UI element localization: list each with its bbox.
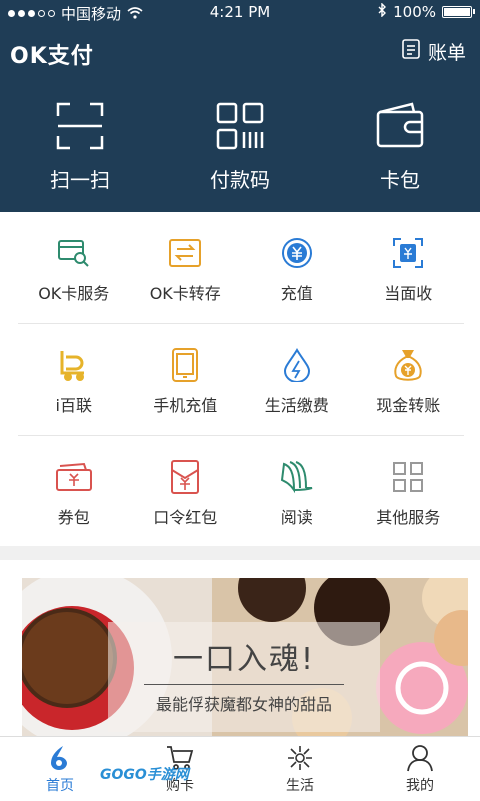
service-utility-payment[interactable]: 生活缴费 — [241, 324, 353, 435]
banner-subline: 最能俘获魔都女神的甜品 — [155, 695, 332, 714]
grid-icon — [392, 460, 424, 494]
services-row: OK卡服务 OK卡转存 充值 当面收 — [18, 212, 464, 324]
services-row: 券包 口令红包 阅读 其他服务 — [18, 436, 464, 548]
list-icon — [402, 39, 420, 64]
service-label: 阅读 — [280, 508, 313, 527]
tab-buy-card[interactable]: 购卡 — [120, 737, 240, 801]
battery-label: 100% — [393, 3, 436, 21]
service-other[interactable]: 其他服务 — [353, 436, 465, 548]
book-icon — [280, 460, 314, 494]
section-divider — [0, 546, 480, 560]
red-envelope-icon — [171, 460, 200, 494]
tab-profile[interactable]: 我的 — [360, 737, 480, 801]
scan-icon — [56, 102, 104, 154]
status-bar: 中国移动 4:21 PM 100% — [0, 0, 480, 24]
phone-icon — [172, 348, 199, 382]
service-mobile-recharge[interactable]: 手机充值 — [130, 324, 242, 435]
promo-banner[interactable]: 一口入魂! 最能俘获魔都女神的甜品 — [22, 578, 468, 736]
scan-label: 扫一扫 — [50, 168, 110, 192]
service-label: 其他服务 — [376, 508, 441, 527]
cart-b-icon — [58, 348, 90, 382]
service-ok-card-transfer[interactable]: OK卡转存 — [130, 212, 242, 323]
tab-label: 购卡 — [166, 778, 194, 794]
card-wallet-button[interactable]: 卡包 — [320, 102, 480, 193]
service-label: 券包 — [57, 508, 90, 527]
scan-yuan-icon — [392, 236, 424, 270]
card-transfer-icon — [169, 236, 202, 270]
service-reading[interactable]: 阅读 — [241, 436, 353, 548]
money-bag-icon — [392, 348, 424, 382]
service-label: 现金转账 — [376, 396, 441, 415]
cart-icon — [166, 743, 194, 773]
home-icon — [49, 743, 71, 773]
service-label: 充值 — [280, 284, 313, 303]
service-face-to-face[interactable]: 当面收 — [353, 212, 465, 323]
service-label: 口令红包 — [153, 508, 218, 527]
service-label: i百联 — [55, 396, 92, 415]
services-row: i百联 手机充值 生活缴费 现金转账 — [18, 324, 464, 436]
payment-code-button[interactable]: 付款码 — [160, 102, 320, 193]
bluetooth-icon — [377, 2, 387, 21]
profile-icon — [407, 743, 433, 773]
service-label: OK卡服务 — [38, 284, 110, 303]
banner-headline: 一口入魂! — [172, 642, 316, 677]
tab-life[interactable]: 生活 — [240, 737, 360, 801]
header: OK支付 账单 扫一扫 付款码 卡包 — [0, 24, 480, 212]
service-red-envelope[interactable]: 口令红包 — [130, 436, 242, 548]
card-wallet-label: 卡包 — [380, 168, 420, 192]
tab-label: 生活 — [286, 778, 314, 794]
bill-button[interactable]: 账单 — [402, 38, 466, 65]
wallet-icon — [376, 102, 424, 154]
qr-code-icon — [216, 102, 264, 154]
battery-icon — [442, 6, 475, 18]
coupon-icon — [55, 460, 92, 494]
service-label: 当面收 — [384, 284, 433, 303]
yuan-circle-icon — [281, 236, 313, 270]
service-ibailian[interactable]: i百联 — [18, 324, 130, 435]
scan-button[interactable]: 扫一扫 — [0, 102, 160, 193]
service-label: OK卡转存 — [149, 284, 221, 303]
header-actions: 扫一扫 付款码 卡包 — [0, 102, 480, 193]
service-recharge[interactable]: 充值 — [241, 212, 353, 323]
status-right: 100% — [377, 2, 475, 21]
service-ok-card[interactable]: OK卡服务 — [18, 212, 130, 323]
banner-divider — [144, 684, 344, 685]
service-cash-transfer[interactable]: 现金转账 — [353, 324, 465, 435]
service-coupons[interactable]: 券包 — [18, 436, 130, 548]
bill-label: 账单 — [427, 42, 466, 64]
tab-label: 我的 — [406, 778, 434, 794]
payment-code-label: 付款码 — [210, 168, 270, 192]
card-search-icon — [57, 236, 90, 270]
tab-home[interactable]: 首页 — [0, 737, 120, 801]
banner-caption: 一口入魂! 最能俘获魔都女神的甜品 — [108, 622, 380, 732]
water-bolt-icon — [283, 348, 311, 382]
bottom-nav: 首页 购卡 生活 我的 — [0, 736, 480, 801]
life-icon — [286, 743, 314, 773]
services-grid: OK卡服务 OK卡转存 充值 当面收 i百联 手机充值 生活缴费 现金转账 券包… — [18, 212, 464, 548]
tab-label: 首页 — [46, 778, 74, 794]
service-label: 手机充值 — [153, 396, 218, 415]
service-label: 生活缴费 — [264, 396, 329, 415]
app-title: OK支付 — [10, 44, 94, 69]
